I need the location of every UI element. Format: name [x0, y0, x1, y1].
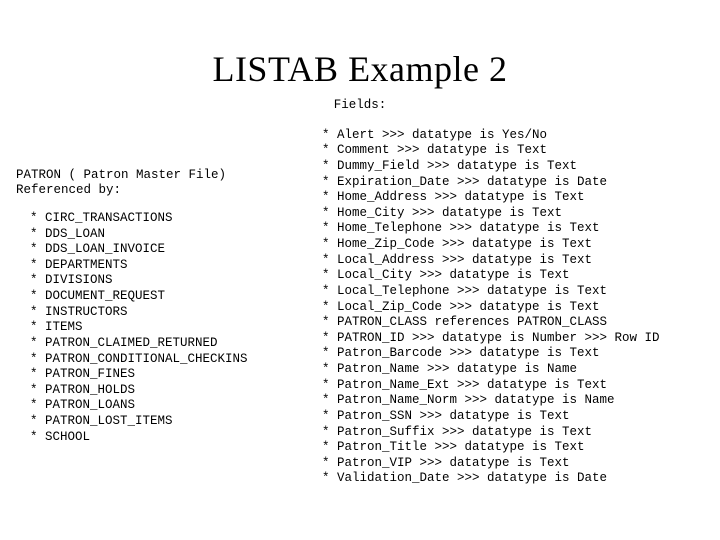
referenced-by-list: * CIRC_TRANSACTIONS* DDS_LOAN* DDS_LOAN_… [16, 211, 296, 445]
content-columns: PATRON ( Patron Master File) Referenced … [16, 128, 704, 487]
list-item: * Local_Telephone >>> datatype is Text [322, 284, 704, 300]
fields-header: Fields: [16, 98, 704, 114]
fields-list: * Alert >>> datatype is Yes/No* Comment … [322, 128, 704, 487]
right-column: * Alert >>> datatype is Yes/No* Comment … [322, 128, 704, 487]
list-item: * SCHOOL [30, 430, 296, 446]
list-item: * PATRON_FINES [30, 367, 296, 383]
list-item: * DIVISIONS [30, 273, 296, 289]
left-column: PATRON ( Patron Master File) Referenced … [16, 128, 296, 446]
list-item: * PATRON_CONDITIONAL_CHECKINS [30, 352, 296, 368]
list-item: * INSTRUCTORS [30, 305, 296, 321]
list-item: * ITEMS [30, 320, 296, 336]
list-item: * Alert >>> datatype is Yes/No [322, 128, 704, 144]
list-item: * Home_Address >>> datatype is Text [322, 190, 704, 206]
list-item: * Patron_Name >>> datatype is Name [322, 362, 704, 378]
list-item: * Patron_Barcode >>> datatype is Text [322, 346, 704, 362]
list-item: * DEPARTMENTS [30, 258, 296, 274]
list-item: * Local_Zip_Code >>> datatype is Text [322, 300, 704, 316]
list-item: * PATRON_LOANS [30, 398, 296, 414]
list-item: * DDS_LOAN [30, 227, 296, 243]
list-item: * Patron_Name_Ext >>> datatype is Text [322, 378, 704, 394]
list-item: * Expiration_Date >>> datatype is Date [322, 175, 704, 191]
list-item: * Home_Zip_Code >>> datatype is Text [322, 237, 704, 253]
list-item: * Patron_Name_Norm >>> datatype is Name [322, 393, 704, 409]
list-item: * Local_City >>> datatype is Text [322, 268, 704, 284]
list-item: * PATRON_ID >>> datatype is Number >>> R… [322, 331, 704, 347]
list-item: * Patron_SSN >>> datatype is Text [322, 409, 704, 425]
list-item: * DOCUMENT_REQUEST [30, 289, 296, 305]
page-title: LISTAB Example 2 [16, 48, 704, 90]
list-item: * Validation_Date >>> datatype is Date [322, 471, 704, 487]
list-item: * Home_Telephone >>> datatype is Text [322, 221, 704, 237]
list-item: * Patron_Suffix >>> datatype is Text [322, 425, 704, 441]
referenced-by-header: PATRON ( Patron Master File) Referenced … [16, 168, 296, 199]
list-item: * PATRON_CLASS references PATRON_CLASS [322, 315, 704, 331]
list-item: * CIRC_TRANSACTIONS [30, 211, 296, 227]
list-item: * Comment >>> datatype is Text [322, 143, 704, 159]
list-item: * Patron_VIP >>> datatype is Text [322, 456, 704, 472]
list-item: * Local_Address >>> datatype is Text [322, 253, 704, 269]
list-item: * Patron_Title >>> datatype is Text [322, 440, 704, 456]
table-line: PATRON ( Patron Master File) [16, 168, 226, 182]
list-item: * Dummy_Field >>> datatype is Text [322, 159, 704, 175]
referenced-by-line: Referenced by: [16, 183, 121, 197]
slide: LISTAB Example 2 Fields: PATRON ( Patron… [0, 0, 720, 540]
list-item: * PATRON_CLAIMED_RETURNED [30, 336, 296, 352]
list-item: * PATRON_LOST_ITEMS [30, 414, 296, 430]
list-item: * Home_City >>> datatype is Text [322, 206, 704, 222]
list-item: * DDS_LOAN_INVOICE [30, 242, 296, 258]
list-item: * PATRON_HOLDS [30, 383, 296, 399]
